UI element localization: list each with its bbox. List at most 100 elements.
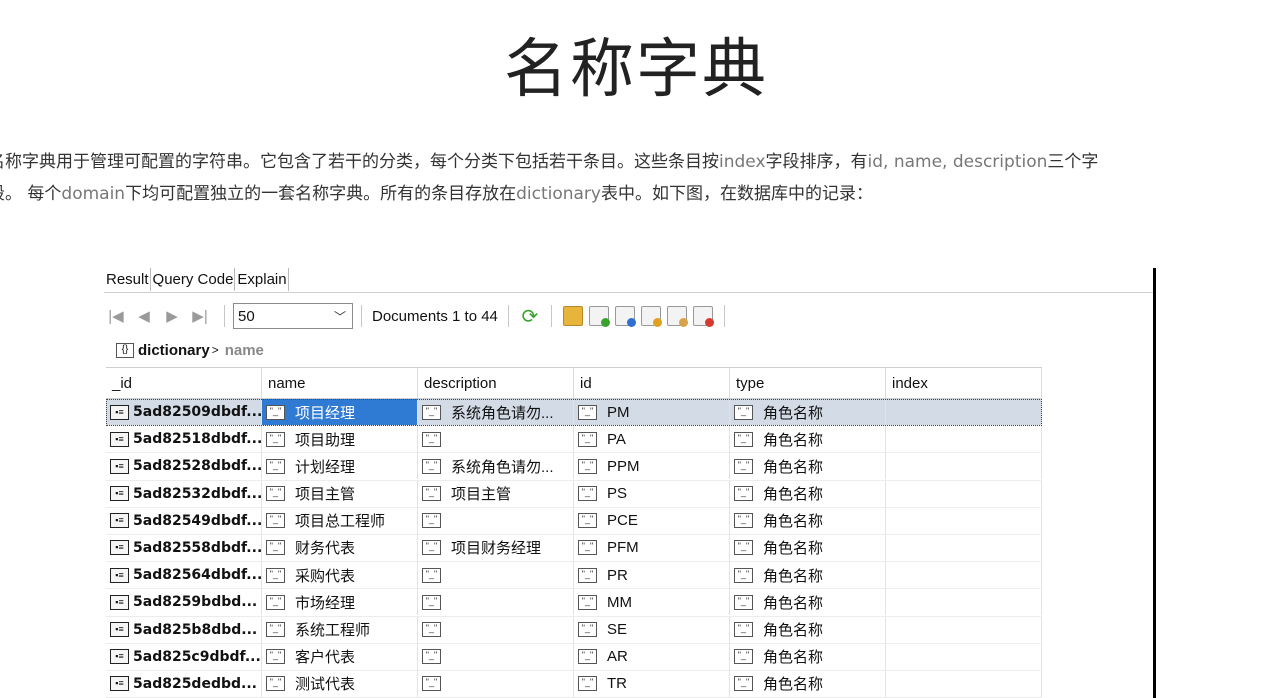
cell-_id[interactable]: ▪≡ 5ad82564dbdf...: [106, 562, 262, 589]
table-row[interactable]: ▪≡ 5ad82558dbdf... "_" 财务代表 "_" 项目财务经理 "_" PFM "…: [106, 534, 1042, 563]
cell-_id[interactable]: ▪≡ 5ad82528dbdf...: [106, 453, 262, 480]
cell-id[interactable]: "_" AR: [574, 643, 730, 670]
page-size-select[interactable]: 50 ﹀: [233, 303, 353, 329]
table-row[interactable]: ▪≡ 5ad825c9dbdf... "_" 客户代表 "_" "_" AR "_" 角色名称: [106, 643, 1042, 671]
edit-document-icon[interactable]: [640, 306, 662, 327]
cell-index[interactable]: [886, 670, 1042, 697]
column-header-name[interactable]: name: [262, 368, 418, 398]
cell-name[interactable]: "_" 市场经理: [262, 589, 418, 616]
cell-description[interactable]: "_" 系统角色请勿...: [418, 453, 574, 480]
cell-_id[interactable]: ▪≡ 5ad825c9dbdf...: [106, 643, 262, 670]
next-page-icon[interactable]: ▶: [160, 304, 184, 328]
tab-query-code[interactable]: Query Code: [151, 268, 236, 291]
table-row[interactable]: ▪≡ 5ad8259bdbd... "_" 市场经理 "_" "_" MM "_" 角色名称: [106, 589, 1042, 617]
cell-name[interactable]: "_" 项目总工程师: [262, 507, 418, 534]
column-header-description[interactable]: description: [418, 368, 574, 398]
cell-id[interactable]: "_" MM: [574, 589, 730, 616]
cell-index[interactable]: [886, 534, 1042, 561]
cell-index[interactable]: [886, 507, 1042, 534]
cell-type[interactable]: "_" 角色名称: [730, 616, 886, 643]
cell-type[interactable]: "_" 角色名称: [730, 453, 886, 480]
cell-id[interactable]: "_" PA: [574, 426, 730, 453]
cell-name[interactable]: "_" 项目助理: [262, 426, 418, 453]
column-header-_id[interactable]: _id: [106, 368, 262, 398]
cell-description[interactable]: "_": [418, 643, 574, 670]
last-page-icon[interactable]: ▶|: [188, 304, 212, 328]
breadcrumb: {} dictionary > name: [116, 339, 264, 361]
table-row[interactable]: ▪≡ 5ad82532dbdf... "_" 项目主管 "_" 项目主管 "_" PS "_" 角…: [106, 480, 1042, 508]
refresh-icon[interactable]: ⟳: [517, 304, 543, 329]
cell-id[interactable]: "_" SE: [574, 616, 730, 643]
cell-name[interactable]: "_" 系统工程师: [262, 616, 418, 643]
cell-_id[interactable]: ▪≡ 5ad825b8dbd...: [106, 616, 262, 643]
prev-page-icon[interactable]: ◀: [132, 304, 156, 328]
cell-_id[interactable]: ▪≡ 5ad82518dbdf...: [106, 426, 262, 453]
table-row[interactable]: ▪≡ 5ad82528dbdf... "_" 计划经理 "_" 系统角色请勿... "_" P…: [106, 453, 1042, 481]
table-row[interactable]: ▪≡ 5ad82509dbdf... "_" 项目经理 "_" 系统角色请勿... "_" P…: [106, 399, 1042, 427]
cell-type[interactable]: "_" 角色名称: [730, 507, 886, 534]
table-row[interactable]: ▪≡ 5ad825b8dbd... "_" 系统工程师 "_" "_" SE "_" 角色名称: [106, 616, 1042, 644]
cell-description[interactable]: "_": [418, 562, 574, 589]
column-header-id[interactable]: id: [574, 368, 730, 398]
cell-type[interactable]: "_" 角色名称: [730, 670, 886, 697]
cell-_id[interactable]: ▪≡ 5ad8259bdbd...: [106, 589, 262, 616]
column-header-type[interactable]: type: [730, 368, 886, 398]
cell-id[interactable]: "_" PR: [574, 562, 730, 589]
cell-index[interactable]: [886, 589, 1042, 616]
tab-explain[interactable]: Explain: [235, 268, 289, 291]
cell-_id[interactable]: ▪≡ 5ad82549dbdf...: [106, 507, 262, 534]
cell-index[interactable]: [886, 643, 1042, 670]
cell-_id[interactable]: ▪≡ 5ad825dedbd...: [106, 670, 262, 697]
cell-name[interactable]: "_" 项目经理: [262, 399, 418, 425]
table-row[interactable]: ▪≡ 5ad82518dbdf... "_" 项目助理 "_" "_" PA "_" 角色名称: [106, 426, 1042, 454]
cell-description[interactable]: "_" 系统角色请勿...: [418, 399, 574, 425]
cell-description[interactable]: "_": [418, 670, 574, 697]
cell-description[interactable]: "_": [418, 616, 574, 643]
cell-description[interactable]: "_" 项目主管: [418, 480, 574, 507]
column-header-index[interactable]: index: [886, 368, 1042, 398]
cell-index[interactable]: [886, 616, 1042, 643]
cell-id[interactable]: "_" PCE: [574, 507, 730, 534]
cell-description[interactable]: "_" 项目财务经理: [418, 534, 574, 561]
cell-type[interactable]: "_" 角色名称: [730, 399, 886, 425]
first-page-icon[interactable]: |◀: [104, 304, 128, 328]
tab-result[interactable]: Result: [104, 268, 151, 291]
table-row[interactable]: ▪≡ 5ad82564dbdf... "_" 采购代表 "_" "_" PR "_" 角色名称: [106, 562, 1042, 590]
cell-index[interactable]: [886, 426, 1042, 453]
cell-name[interactable]: "_" 计划经理: [262, 453, 418, 480]
view-document-icon[interactable]: [614, 306, 636, 327]
add-document-icon[interactable]: [588, 306, 610, 327]
cell-name[interactable]: "_" 客户代表: [262, 643, 418, 670]
cell-type[interactable]: "_" 角色名称: [730, 480, 886, 507]
cell-_id[interactable]: ▪≡ 5ad82558dbdf...: [106, 534, 262, 561]
lock-icon[interactable]: [562, 306, 583, 326]
cell-index[interactable]: [886, 562, 1042, 589]
cell-type[interactable]: "_" 角色名称: [730, 562, 886, 589]
cell-index[interactable]: [886, 399, 1042, 425]
cell-type[interactable]: "_" 角色名称: [730, 534, 886, 561]
table-row[interactable]: ▪≡ 5ad82549dbdf... "_" 项目总工程师 "_" "_" PCE "_" 角色…: [106, 507, 1042, 535]
cell-type[interactable]: "_" 角色名称: [730, 589, 886, 616]
cell-name[interactable]: "_" 项目主管: [262, 480, 418, 507]
cell-id[interactable]: "_" PFM: [574, 534, 730, 561]
cell-type[interactable]: "_" 角色名称: [730, 643, 886, 670]
cell-description[interactable]: "_": [418, 589, 574, 616]
cell-name[interactable]: "_" 财务代表: [262, 534, 418, 561]
cell-_id[interactable]: ▪≡ 5ad82532dbdf...: [106, 480, 262, 507]
cell-description[interactable]: "_": [418, 507, 574, 534]
table-row[interactable]: ▪≡ 5ad825dedbd... "_" 测试代表 "_" "_" TR "_" 角色名称: [106, 670, 1042, 698]
cell-id[interactable]: "_" PS: [574, 480, 730, 507]
delete-document-icon[interactable]: [692, 306, 714, 327]
copy-document-icon[interactable]: [666, 306, 688, 327]
cell-id[interactable]: "_" PM: [574, 399, 730, 425]
cell-id[interactable]: "_" PPM: [574, 453, 730, 480]
cell-name[interactable]: "_" 采购代表: [262, 562, 418, 589]
cell-index[interactable]: [886, 453, 1042, 480]
cell-index[interactable]: [886, 480, 1042, 507]
breadcrumb-collection[interactable]: dictionary: [138, 342, 210, 359]
cell-name[interactable]: "_" 测试代表: [262, 670, 418, 697]
cell-_id[interactable]: ▪≡ 5ad82509dbdf...: [106, 399, 262, 425]
cell-description[interactable]: "_": [418, 426, 574, 453]
cell-type[interactable]: "_" 角色名称: [730, 426, 886, 453]
cell-id[interactable]: "_" TR: [574, 670, 730, 697]
